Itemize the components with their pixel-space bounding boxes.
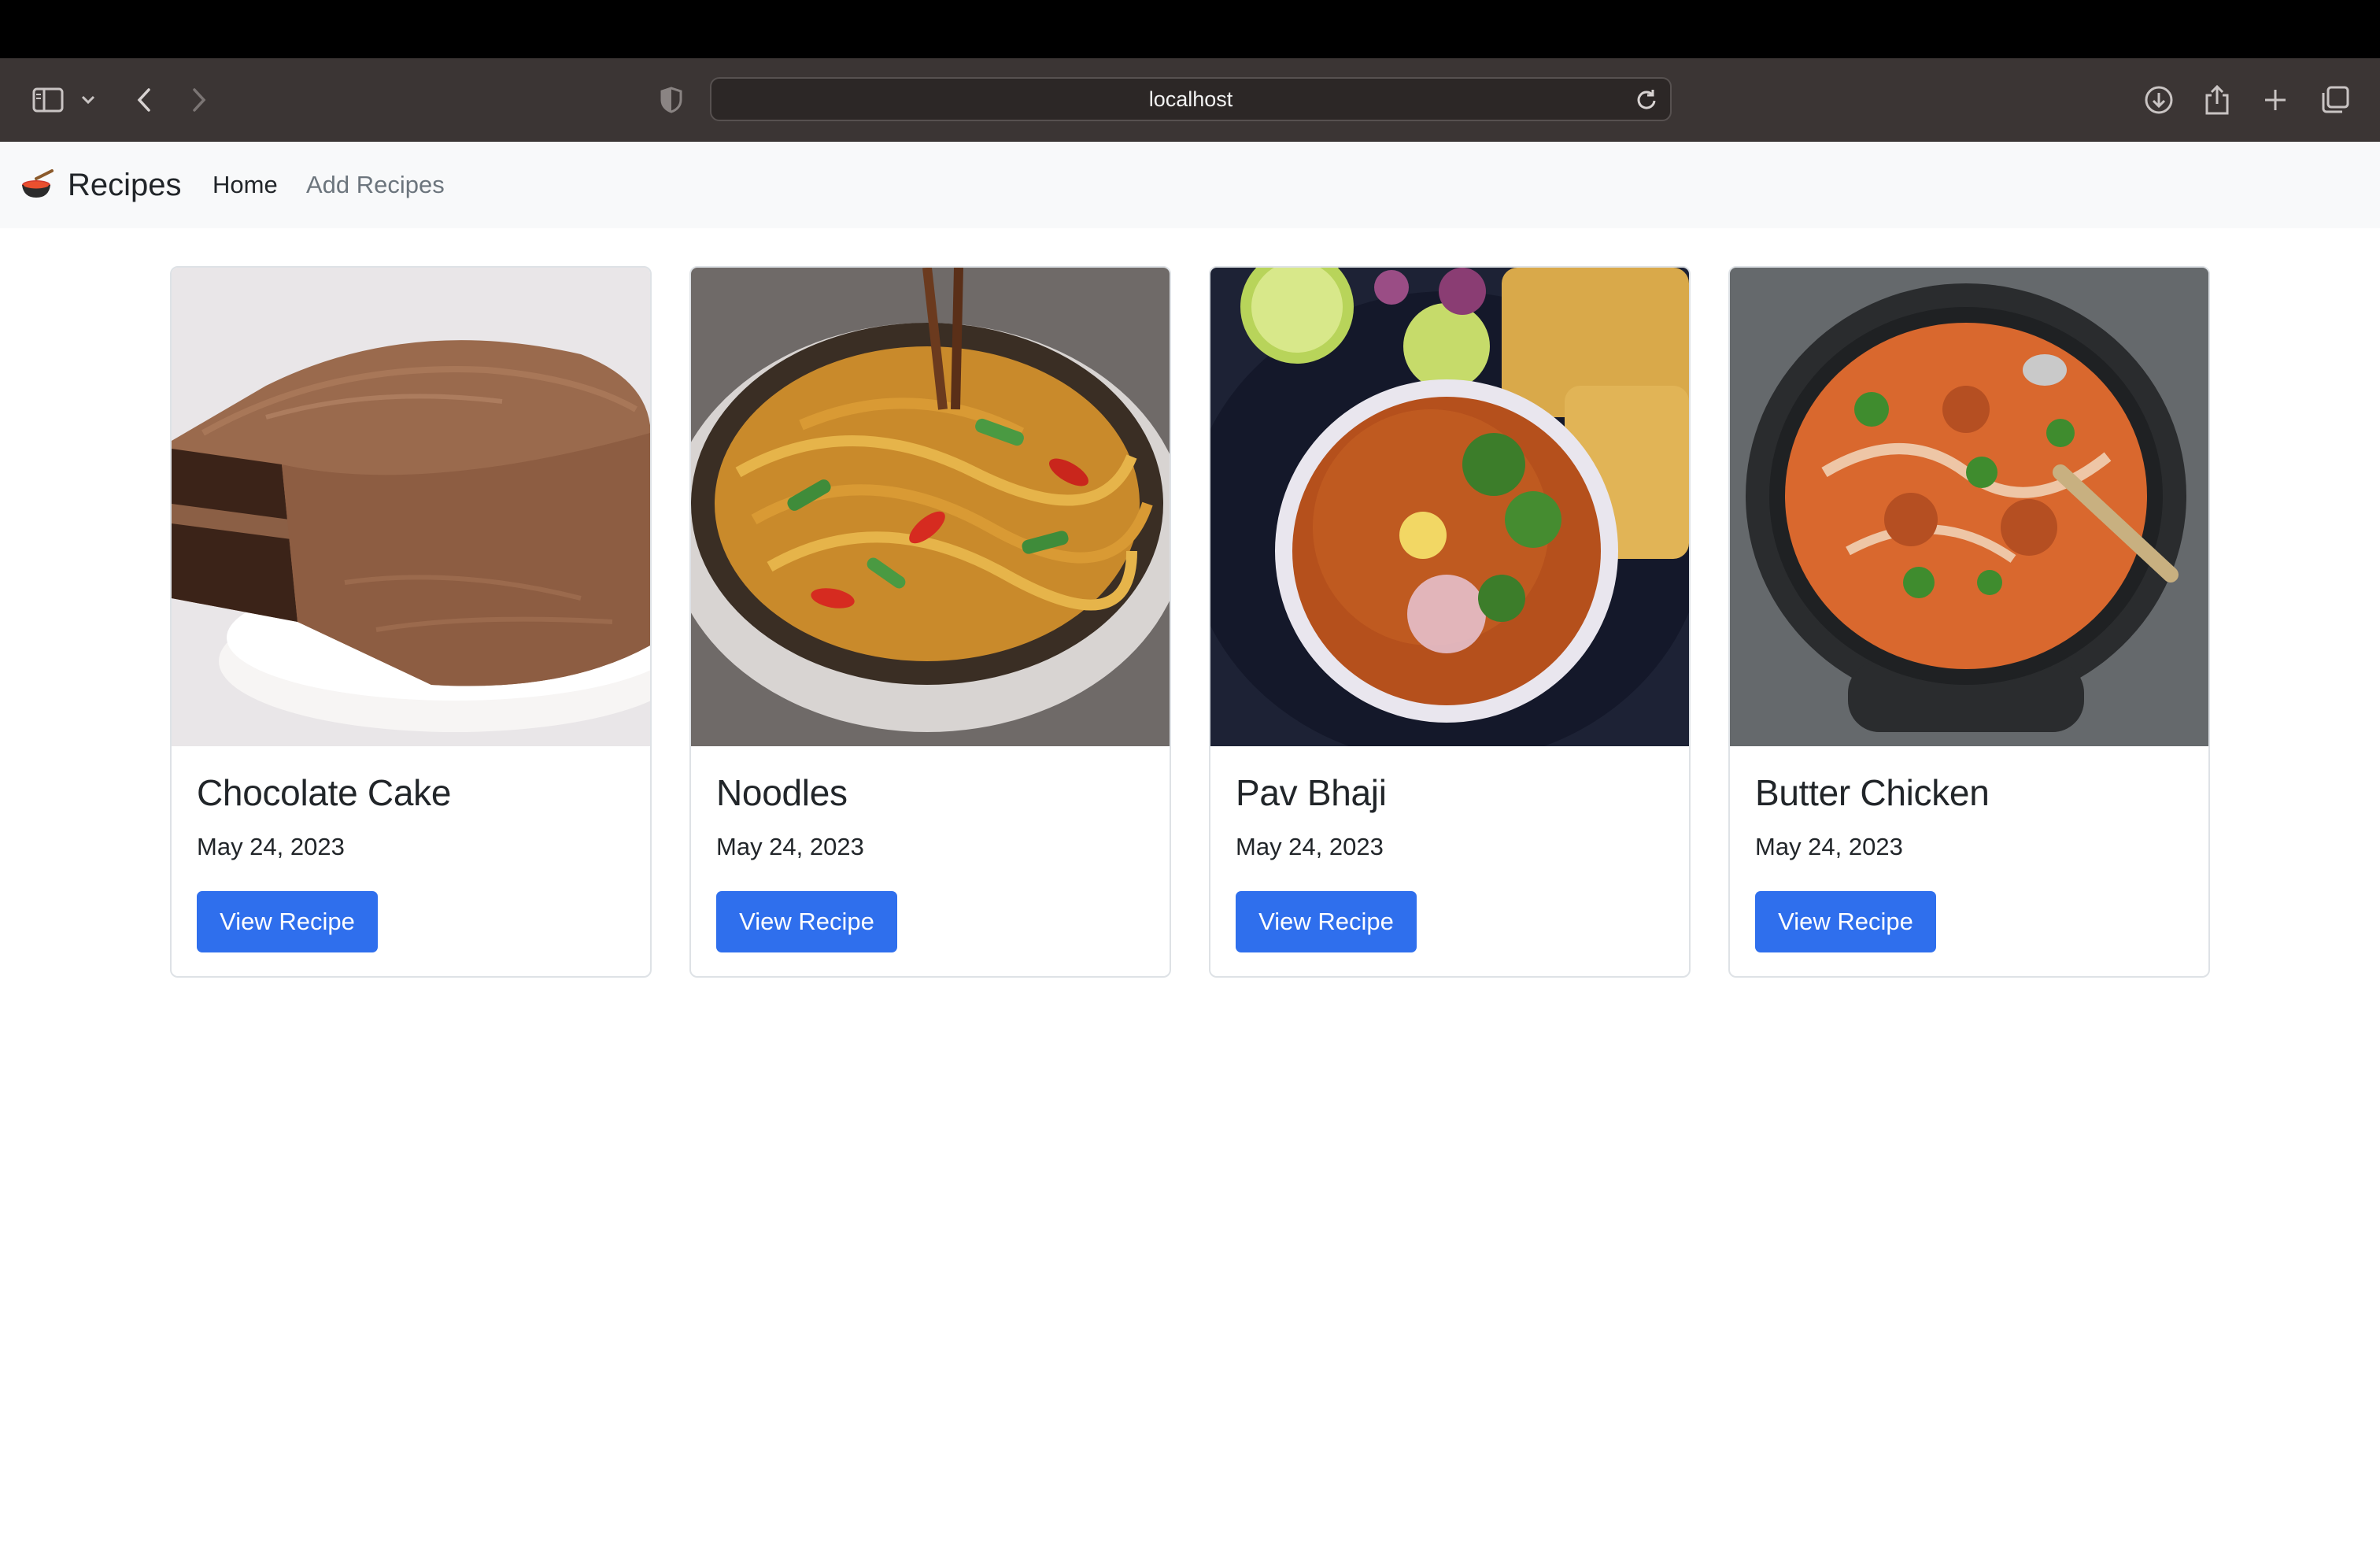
card-date: May 24, 2023: [1755, 833, 1903, 860]
card-date: May 24, 2023: [716, 833, 864, 860]
tab-overview-icon[interactable]: [2315, 80, 2355, 120]
view-recipe-button[interactable]: View Recipe: [1755, 891, 1936, 952]
recipe-card: Pav Bhaji May 24, 2023 View Recipe: [1209, 266, 1691, 978]
brand-name: Recipes: [68, 167, 182, 202]
back-icon[interactable]: [124, 80, 164, 120]
address-bar[interactable]: localhost: [710, 77, 1672, 121]
forward-icon[interactable]: [179, 80, 219, 120]
card-title: Butter Chicken: [1755, 772, 1990, 813]
card-title: Pav Bhaji: [1236, 772, 1387, 813]
reload-icon[interactable]: [1629, 82, 1664, 117]
sidebar-icon[interactable]: [28, 80, 68, 120]
card-date: May 24, 2023: [197, 833, 345, 860]
nav-link-home[interactable]: Home: [213, 165, 278, 205]
recipe-grid: Chocolate Cake May 24, 2023 View Recipe: [170, 266, 2212, 978]
chevron-down-icon[interactable]: [72, 80, 104, 120]
pav-bhaji-photo: [1210, 268, 1689, 746]
brand[interactable]: Recipes: [20, 162, 182, 208]
new-tab-icon[interactable]: [2256, 80, 2295, 120]
card-date: May 24, 2023: [1236, 833, 1384, 860]
nav-link-add-recipes[interactable]: Add Recipes: [306, 165, 445, 205]
download-icon[interactable]: [2139, 80, 2179, 120]
share-icon[interactable]: [2197, 80, 2237, 120]
view-recipe-button[interactable]: View Recipe: [1236, 891, 1417, 952]
browser-toolbar: localhost: [0, 58, 2380, 142]
recipe-card: Butter Chicken May 24, 2023 View Recipe: [1728, 266, 2210, 978]
system-menubar: [0, 0, 2380, 58]
view-recipe-button[interactable]: View Recipe: [197, 891, 378, 952]
recipe-card: Noodles May 24, 2023 View Recipe: [689, 266, 1171, 978]
cooking-pot-icon: [22, 169, 54, 198]
address-text: localhost: [1148, 87, 1233, 111]
site-navbar: Recipes Home Add Recipes: [0, 142, 2380, 228]
shield-icon[interactable]: [652, 80, 691, 120]
noodles-photo: [691, 268, 1170, 746]
recipe-card: Chocolate Cake May 24, 2023 View Recipe: [170, 266, 652, 978]
view-recipe-button[interactable]: View Recipe: [716, 891, 897, 952]
chocolate-cake-photo: [172, 268, 650, 746]
card-title: Noodles: [716, 772, 848, 813]
butter-chicken-photo: [1730, 268, 2208, 746]
card-title: Chocolate Cake: [197, 772, 452, 813]
